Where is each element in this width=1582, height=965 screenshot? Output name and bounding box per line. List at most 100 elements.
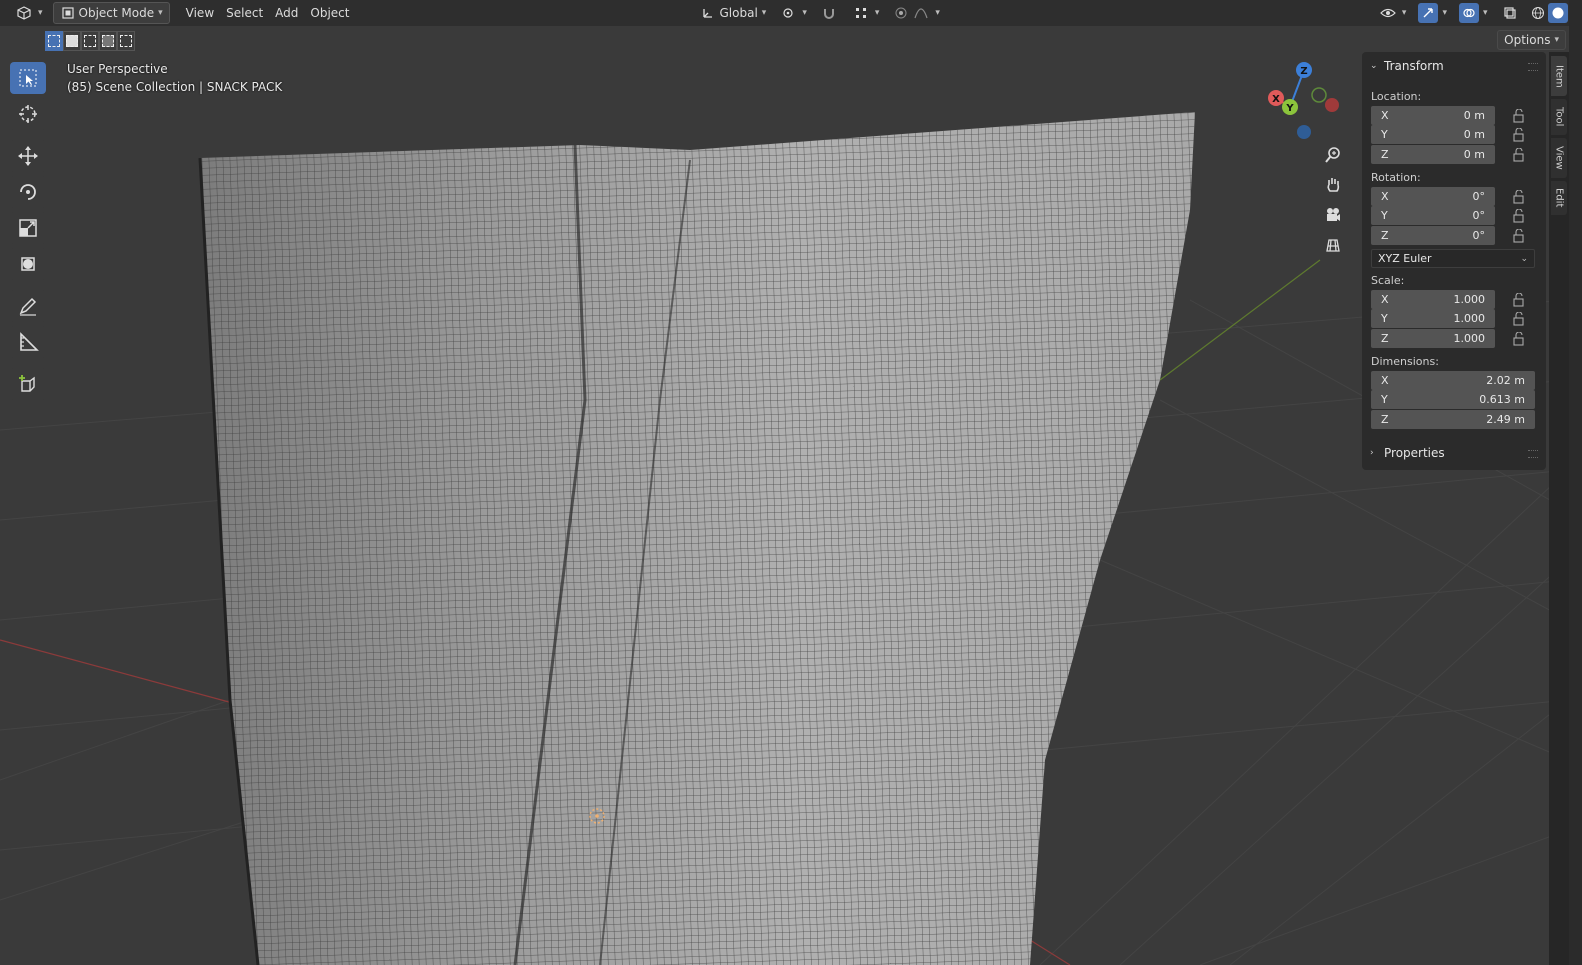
axis-label: X: [1381, 109, 1389, 122]
scale-label: Scale:: [1371, 274, 1405, 287]
proportional-edit-button[interactable]: ▾: [885, 3, 946, 23]
scale-y-field[interactable]: Y 1.000: [1371, 309, 1495, 328]
rotation-y-field[interactable]: Y 0°: [1371, 206, 1495, 225]
properties-title: Properties: [1384, 446, 1445, 460]
orientation-dropdown[interactable]: Global ▾: [694, 3, 773, 23]
visibility-button[interactable]: ▾: [1372, 3, 1413, 23]
ortho-toggle-button[interactable]: [1320, 232, 1346, 258]
gizmo-neg-y[interactable]: [1311, 87, 1327, 103]
tool-add-cube[interactable]: [10, 368, 46, 400]
zoom-button[interactable]: [1320, 142, 1346, 168]
solid-shading-icon[interactable]: [1547, 3, 1568, 23]
menu-object[interactable]: Object: [304, 3, 355, 23]
pivot-button[interactable]: ▾: [772, 3, 813, 23]
rotation-z-field[interactable]: Z 0°: [1371, 226, 1495, 245]
tab-item[interactable]: Item: [1551, 56, 1567, 96]
field-value: 0°: [1472, 190, 1486, 203]
snap-toggle[interactable]: [813, 3, 845, 23]
ruler-icon: [20, 332, 39, 351]
lock-icon[interactable]: [1512, 332, 1526, 346]
options-dropdown[interactable]: Options ▾: [1497, 30, 1566, 50]
lock-icon[interactable]: [1512, 312, 1526, 326]
mode-dropdown[interactable]: Object Mode ▾: [52, 2, 170, 24]
chevron-down-icon: ▾: [1554, 35, 1559, 45]
axis-label: X: [1381, 374, 1389, 387]
rotation-x-field[interactable]: X 0°: [1371, 187, 1495, 206]
overlays-toggle[interactable]: ▾: [1453, 3, 1494, 23]
axis-label: Z: [1381, 148, 1389, 161]
gizmo-neg-z[interactable]: [1297, 125, 1311, 139]
gizmo-toggle[interactable]: ▾: [1412, 3, 1453, 23]
tool-cursor[interactable]: [10, 98, 46, 130]
chevron-down-icon: ▾: [761, 8, 767, 18]
pan-button[interactable]: [1320, 172, 1346, 198]
select-box-icon: [19, 69, 37, 87]
lock-icon[interactable]: [1512, 209, 1526, 223]
axis-label: X: [1381, 190, 1389, 203]
lock-icon[interactable]: [1512, 128, 1526, 142]
menu-view[interactable]: View: [180, 3, 220, 23]
tool-select-box[interactable]: [10, 62, 46, 94]
chevron-down-icon: ▾: [38, 8, 43, 18]
drag-grip-icon[interactable]: [1528, 63, 1538, 71]
axis-label: Y: [1381, 209, 1388, 222]
editor-type-button[interactable]: ▾: [8, 3, 49, 23]
dimensions-x-field[interactable]: X 2.02 m: [1371, 371, 1535, 390]
tab-tool[interactable]: Tool: [1551, 99, 1567, 135]
rotation-mode-dropdown[interactable]: XYZ Euler ⌄: [1371, 249, 1535, 268]
xray-toggle[interactable]: [1494, 3, 1526, 23]
select-extend-button[interactable]: [63, 31, 81, 51]
tool-rotate[interactable]: [10, 176, 46, 208]
sidebar-panel: ⌄ Transform Location: X 0 m Y 0 m Z 0 m Rot…: [1362, 52, 1546, 470]
chevron-down-icon: ⌄: [1370, 61, 1378, 71]
dimensions-y-field[interactable]: Y 0.613 m: [1371, 390, 1535, 409]
gizmo-x-label: X: [1272, 94, 1280, 105]
select-new-button[interactable]: [45, 31, 63, 51]
gizmo-neg-x[interactable]: [1325, 98, 1339, 112]
location-y-field[interactable]: Y 0 m: [1371, 125, 1495, 144]
snap-target-button[interactable]: ▾: [845, 3, 886, 23]
chevron-down-icon: ▾: [935, 8, 940, 18]
drag-grip-icon[interactable]: [1528, 450, 1538, 458]
lock-icon[interactable]: [1512, 148, 1526, 162]
navigation-gizmo[interactable]: Z X Y: [1268, 60, 1344, 144]
lock-icon[interactable]: [1512, 109, 1526, 123]
rotate-icon: [20, 184, 36, 200]
location-z-field[interactable]: Z 0 m: [1371, 145, 1495, 164]
scale-z-field[interactable]: Z 1.000: [1371, 329, 1495, 348]
lock-icon[interactable]: [1512, 293, 1526, 307]
gizmo-z-label: Z: [1300, 66, 1307, 77]
select-intersect-button[interactable]: [117, 31, 135, 51]
gizmo-icon: [1418, 3, 1439, 23]
zoom-icon: [1325, 147, 1340, 163]
scale-x-field[interactable]: X 1.000: [1371, 290, 1495, 309]
transform-panel-header[interactable]: ⌄ Transform: [1370, 55, 1444, 77]
pivot-icon: [778, 3, 798, 23]
tool-measure[interactable]: [10, 326, 46, 358]
axis-label: Y: [1381, 393, 1388, 406]
dimensions-z-field[interactable]: Z 2.49 m: [1371, 410, 1535, 429]
select-intersect-icon: [120, 35, 132, 47]
lock-icon[interactable]: [1512, 190, 1526, 204]
location-x-field[interactable]: X 0 m: [1371, 106, 1495, 125]
menu-add[interactable]: Add: [269, 3, 304, 23]
chevron-down-icon: ▾: [1482, 8, 1488, 18]
xray-icon: [1500, 3, 1520, 23]
dimensions-label: Dimensions:: [1371, 355, 1439, 368]
select-subtract-button[interactable]: [81, 31, 99, 51]
properties-panel-header[interactable]: › Properties: [1370, 442, 1445, 464]
field-value: 0°: [1472, 209, 1486, 222]
select-invert-button[interactable]: [99, 31, 117, 51]
menu-select[interactable]: Select: [220, 3, 269, 23]
tab-edit[interactable]: Edit: [1551, 181, 1567, 215]
tool-scale[interactable]: [10, 212, 46, 244]
tab-view[interactable]: View: [1551, 138, 1567, 178]
grid-view-icon: [1326, 239, 1340, 252]
tool-move[interactable]: [10, 140, 46, 172]
tool-annotate[interactable]: [10, 290, 46, 322]
lock-icon[interactable]: [1512, 229, 1526, 243]
camera-view-button[interactable]: [1320, 202, 1346, 228]
tool-transform[interactable]: [10, 248, 46, 280]
wireframe-shading-icon[interactable]: [1528, 3, 1548, 23]
field-value: 0 m: [1463, 128, 1485, 141]
